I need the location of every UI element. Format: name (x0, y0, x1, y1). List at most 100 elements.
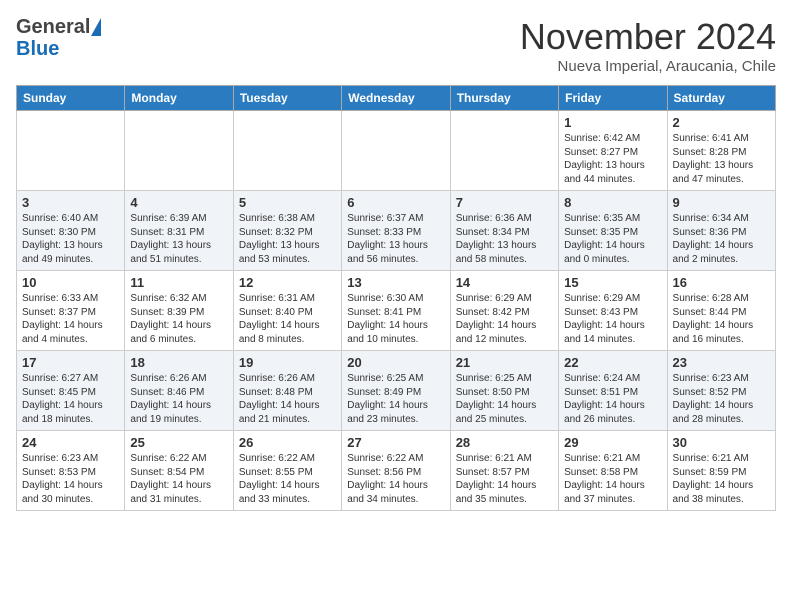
day-info: Sunrise: 6:22 AMSunset: 8:54 PMDaylight:… (130, 452, 227, 506)
calendar-cell: 5Sunrise: 6:38 AMSunset: 8:32 PMDaylight… (233, 191, 341, 271)
day-number: 5 (239, 195, 336, 210)
day-info: Sunrise: 6:23 AMSunset: 8:52 PMDaylight:… (673, 372, 770, 426)
column-header-thursday: Thursday (450, 86, 558, 111)
calendar-cell: 28 Sunrise: 6:21 AMSunset: 8:57 PMDayligh… (450, 431, 558, 511)
calendar-cell: 4 Sunrise: 6:39 AMSunset: 8:31 PMDaylight… (125, 191, 233, 271)
day-number: 20 (347, 355, 444, 370)
calendar-body: 1 Sunrise: 6:42 AMSunset: 8:27 PMDaylight… (17, 111, 776, 511)
day-info: Sunrise: 6:27 AMSunset: 8:45 PMDaylight:… (22, 372, 119, 426)
day-number: 9 (673, 195, 770, 210)
day-number: 13 (347, 275, 444, 290)
logo: General Blue (16, 16, 101, 60)
day-number: 6 (347, 195, 444, 210)
day-number: 12 (239, 275, 336, 290)
day-info: Sunrise: 6:32 AMSunset: 8:39 PMDaylight:… (130, 292, 227, 346)
column-header-friday: Friday (559, 86, 667, 111)
day-number: 15 (564, 275, 661, 290)
calendar-cell: 20 Sunrise: 6:25 AMSunset: 8:49 PMDayligh… (342, 351, 450, 431)
column-header-saturday: Saturday (667, 86, 775, 111)
title-area: November 2024 Nueva Imperial, Araucania,… (520, 16, 776, 75)
day-info: Sunrise: 6:37 AMSunset: 8:33 PMDaylight:… (347, 212, 444, 266)
day-number: 28 (456, 435, 553, 450)
calendar-cell: 22Sunrise: 6:24 AMSunset: 8:51 PMDayligh… (559, 351, 667, 431)
day-info: Sunrise: 6:35 AMSunset: 8:35 PMDaylight:… (564, 212, 661, 266)
day-number: 30 (673, 435, 770, 450)
calendar-cell: 21 Sunrise: 6:25 AMSunset: 8:50 PMDayligh… (450, 351, 558, 431)
day-info: Sunrise: 6:40 AMSunset: 8:30 PMDaylight:… (22, 212, 119, 266)
calendar-cell: 17Sunrise: 6:27 AMSunset: 8:45 PMDayligh… (17, 351, 125, 431)
day-number: 24 (22, 435, 119, 450)
calendar-cell (450, 111, 558, 191)
calendar-cell: 3Sunrise: 6:40 AMSunset: 8:30 PMDaylight… (17, 191, 125, 271)
calendar-week-4: 17Sunrise: 6:27 AMSunset: 8:45 PMDayligh… (17, 351, 776, 431)
day-number: 27 (347, 435, 444, 450)
calendar-cell: 2Sunrise: 6:41 AMSunset: 8:28 PMDaylight… (667, 111, 775, 191)
day-info: Sunrise: 6:26 AMSunset: 8:48 PMDaylight:… (239, 372, 336, 426)
day-info: Sunrise: 6:22 AMSunset: 8:55 PMDaylight:… (239, 452, 336, 506)
column-header-tuesday: Tuesday (233, 86, 341, 111)
day-info: Sunrise: 6:25 AMSunset: 8:49 PMDaylight:… (347, 372, 444, 426)
calendar-cell: 25 Sunrise: 6:22 AMSunset: 8:54 PMDayligh… (125, 431, 233, 511)
day-info: Sunrise: 6:29 AMSunset: 8:43 PMDaylight:… (564, 292, 661, 346)
calendar-cell: 29 Sunrise: 6:21 AMSunset: 8:58 PMDayligh… (559, 431, 667, 511)
calendar-cell (342, 111, 450, 191)
day-number: 26 (239, 435, 336, 450)
day-info: Sunrise: 6:26 AMSunset: 8:46 PMDaylight:… (130, 372, 227, 426)
calendar-cell (17, 111, 125, 191)
calendar-week-2: 3Sunrise: 6:40 AMSunset: 8:30 PMDaylight… (17, 191, 776, 271)
calendar-cell: 18 Sunrise: 6:26 AMSunset: 8:46 PMDayligh… (125, 351, 233, 431)
calendar-cell: 6 Sunrise: 6:37 AMSunset: 8:33 PMDaylight… (342, 191, 450, 271)
calendar-week-3: 10Sunrise: 6:33 AMSunset: 8:37 PMDayligh… (17, 271, 776, 351)
day-number: 1 (564, 115, 661, 130)
day-info: Sunrise: 6:30 AMSunset: 8:41 PMDaylight:… (347, 292, 444, 346)
calendar-cell: 1 Sunrise: 6:42 AMSunset: 8:27 PMDaylight… (559, 111, 667, 191)
calendar-week-5: 24 Sunrise: 6:23 AMSunset: 8:53 PMDayligh… (17, 431, 776, 511)
day-number: 7 (456, 195, 553, 210)
calendar-cell: 13 Sunrise: 6:30 AMSunset: 8:41 PMDayligh… (342, 271, 450, 351)
day-number: 2 (673, 115, 770, 130)
day-info: Sunrise: 6:29 AMSunset: 8:42 PMDaylight:… (456, 292, 553, 346)
day-info: Sunrise: 6:23 AMSunset: 8:53 PMDaylight:… (22, 452, 119, 506)
day-number: 25 (130, 435, 227, 450)
day-info: Sunrise: 6:31 AMSunset: 8:40 PMDaylight:… (239, 292, 336, 346)
day-info: Sunrise: 6:22 AMSunset: 8:56 PMDaylight:… (347, 452, 444, 506)
day-info: Sunrise: 6:21 AMSunset: 8:57 PMDaylight:… (456, 452, 553, 506)
day-info: Sunrise: 6:36 AMSunset: 8:34 PMDaylight:… (456, 212, 553, 266)
day-number: 8 (564, 195, 661, 210)
calendar-cell: 26 Sunrise: 6:22 AMSunset: 8:55 PMDayligh… (233, 431, 341, 511)
header-row: SundayMondayTuesdayWednesdayThursdayFrid… (17, 86, 776, 111)
day-info: Sunrise: 6:34 AMSunset: 8:36 PMDaylight:… (673, 212, 770, 266)
calendar-header: SundayMondayTuesdayWednesdayThursdayFrid… (17, 86, 776, 111)
logo-blue: Blue (16, 38, 101, 60)
logo-triangle-icon (91, 18, 101, 36)
day-number: 21 (456, 355, 553, 370)
day-info: Sunrise: 6:39 AMSunset: 8:31 PMDaylight:… (130, 212, 227, 266)
calendar-cell: 24 Sunrise: 6:23 AMSunset: 8:53 PMDayligh… (17, 431, 125, 511)
column-header-wednesday: Wednesday (342, 86, 450, 111)
calendar-cell: 23 Sunrise: 6:23 AMSunset: 8:52 PMDayligh… (667, 351, 775, 431)
day-info: Sunrise: 6:24 AMSunset: 8:51 PMDaylight:… (564, 372, 661, 426)
calendar-cell: 19 Sunrise: 6:26 AMSunset: 8:48 PMDayligh… (233, 351, 341, 431)
calendar-cell: 11Sunrise: 6:32 AMSunset: 8:39 PMDayligh… (125, 271, 233, 351)
day-number: 14 (456, 275, 553, 290)
calendar-cell (125, 111, 233, 191)
calendar-cell: 30 Sunrise: 6:21 AMSunset: 8:59 PMDayligh… (667, 431, 775, 511)
calendar-cell: 9 Sunrise: 6:34 AMSunset: 8:36 PMDaylight… (667, 191, 775, 271)
calendar-cell: 12 Sunrise: 6:31 AMSunset: 8:40 PMDayligh… (233, 271, 341, 351)
calendar-table: SundayMondayTuesdayWednesdayThursdayFrid… (16, 85, 776, 511)
day-info: Sunrise: 6:33 AMSunset: 8:37 PMDaylight:… (22, 292, 119, 346)
calendar-cell: 14 Sunrise: 6:29 AMSunset: 8:42 PMDayligh… (450, 271, 558, 351)
day-number: 23 (673, 355, 770, 370)
day-number: 29 (564, 435, 661, 450)
day-number: 4 (130, 195, 227, 210)
month-title: November 2024 (520, 16, 776, 58)
day-number: 19 (239, 355, 336, 370)
column-header-monday: Monday (125, 86, 233, 111)
day-info: Sunrise: 6:21 AMSunset: 8:59 PMDaylight:… (673, 452, 770, 506)
day-info: Sunrise: 6:21 AMSunset: 8:58 PMDaylight:… (564, 452, 661, 506)
day-number: 18 (130, 355, 227, 370)
day-info: Sunrise: 6:42 AMSunset: 8:27 PMDaylight:… (564, 132, 661, 186)
day-number: 16 (673, 275, 770, 290)
day-info: Sunrise: 6:25 AMSunset: 8:50 PMDaylight:… (456, 372, 553, 426)
column-header-sunday: Sunday (17, 86, 125, 111)
